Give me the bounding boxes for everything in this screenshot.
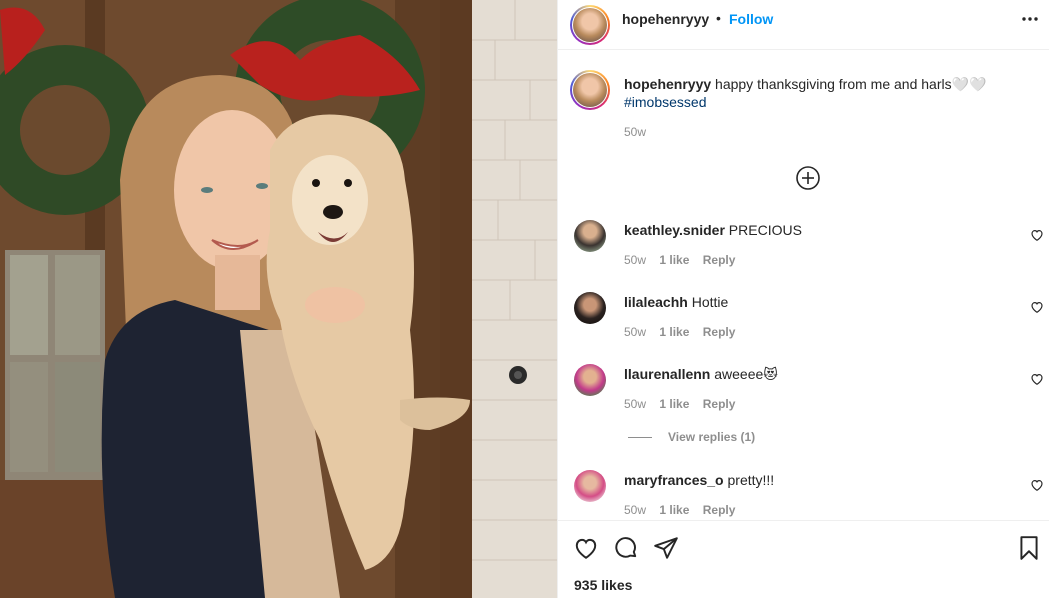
comment-meta: 50w 1 like Reply bbox=[624, 503, 745, 517]
heart-icon[interactable] bbox=[1030, 300, 1044, 314]
comment-username[interactable]: keathley.snider bbox=[624, 222, 725, 238]
comment-meta: 50w 1 like Reply bbox=[624, 325, 745, 339]
view-replies-button[interactable]: View replies (1) bbox=[628, 430, 755, 444]
heart-icon[interactable] bbox=[1030, 228, 1044, 242]
comment-item: llaurenallenn aweeee😻 50w 1 like Reply bbox=[558, 364, 1049, 424]
caption-text: hopehenryyy happy thanksgiving from me a… bbox=[624, 75, 1024, 111]
post-detail-panel: hopehenryyy • Follow hopehenryyy happy t… bbox=[557, 0, 1049, 598]
caption-username[interactable]: hopehenryyy bbox=[624, 76, 711, 92]
comment-text: keathley.snider PRECIOUS bbox=[624, 221, 802, 239]
comment-text: maryfrances_o pretty!!! bbox=[624, 471, 774, 489]
comment-item: keathley.snider PRECIOUS 50w 1 like Repl… bbox=[558, 220, 1049, 280]
comment-username[interactable]: maryfrances_o bbox=[624, 472, 724, 488]
story-ring[interactable] bbox=[570, 70, 610, 110]
comment-time[interactable]: 50w bbox=[624, 397, 646, 411]
story-ring[interactable] bbox=[570, 5, 610, 45]
reply-button[interactable]: Reply bbox=[703, 397, 736, 411]
comment-time[interactable]: 50w bbox=[624, 503, 646, 517]
avatar[interactable] bbox=[574, 364, 606, 396]
comment-likes[interactable]: 1 like bbox=[659, 397, 689, 411]
post-photo bbox=[0, 0, 557, 598]
avatar[interactable] bbox=[574, 470, 606, 502]
comment-item: lilaleachh Hottie 50w 1 like Reply bbox=[558, 292, 1049, 352]
post-author-username[interactable]: hopehenryyy bbox=[622, 11, 709, 27]
divider-line bbox=[628, 437, 652, 439]
heart-icon[interactable] bbox=[573, 535, 599, 561]
comment-text: llaurenallenn aweeee😻 bbox=[624, 365, 778, 383]
likes-count[interactable]: 935 likes bbox=[574, 577, 632, 593]
post-header: hopehenryyy • Follow bbox=[558, 0, 1049, 50]
comment-meta: 50w 1 like Reply bbox=[624, 397, 745, 411]
hashtag-link[interactable]: #imobsessed bbox=[624, 93, 1024, 111]
heart-icon[interactable] bbox=[1030, 478, 1044, 492]
comment-username[interactable]: llaurenallenn bbox=[624, 366, 710, 382]
reply-button[interactable]: Reply bbox=[703, 503, 736, 517]
comment-body: pretty!!! bbox=[727, 472, 775, 488]
comment-time[interactable]: 50w bbox=[624, 325, 646, 339]
bookmark-icon[interactable] bbox=[1016, 535, 1042, 561]
comment-likes[interactable]: 1 like bbox=[659, 253, 689, 267]
view-replies-label: View replies (1) bbox=[668, 430, 756, 444]
caption-body: happy thanksgiving from me and harls🤍🤍 bbox=[715, 76, 987, 92]
avatar[interactable] bbox=[573, 73, 607, 107]
follow-button[interactable]: Follow bbox=[729, 11, 773, 27]
separator-dot: • bbox=[716, 10, 721, 26]
comment-text: lilaleachh Hottie bbox=[624, 293, 728, 311]
comment-likes[interactable]: 1 like bbox=[659, 503, 689, 517]
avatar[interactable] bbox=[574, 292, 606, 324]
avatar[interactable] bbox=[574, 220, 606, 252]
comment-username[interactable]: lilaleachh bbox=[624, 294, 688, 310]
reply-button[interactable]: Reply bbox=[703, 253, 736, 267]
comment-body: aweeee😻 bbox=[714, 366, 778, 382]
action-bar: 935 likes bbox=[558, 520, 1049, 598]
heart-icon[interactable] bbox=[1030, 372, 1044, 386]
share-icon[interactable] bbox=[653, 535, 679, 561]
comment-likes[interactable]: 1 like bbox=[659, 325, 689, 339]
comment-icon[interactable] bbox=[613, 535, 639, 561]
more-options-icon[interactable] bbox=[1020, 14, 1040, 24]
reply-button[interactable]: Reply bbox=[703, 325, 736, 339]
comment-body: Hottie bbox=[691, 294, 729, 310]
caption-timestamp[interactable]: 50w bbox=[624, 125, 646, 139]
comment-meta: 50w 1 like Reply bbox=[624, 253, 745, 267]
comment-body: PRECIOUS bbox=[728, 222, 802, 238]
plus-circle-icon[interactable] bbox=[795, 165, 821, 191]
avatar[interactable] bbox=[573, 8, 607, 42]
comment-time[interactable]: 50w bbox=[624, 253, 646, 267]
